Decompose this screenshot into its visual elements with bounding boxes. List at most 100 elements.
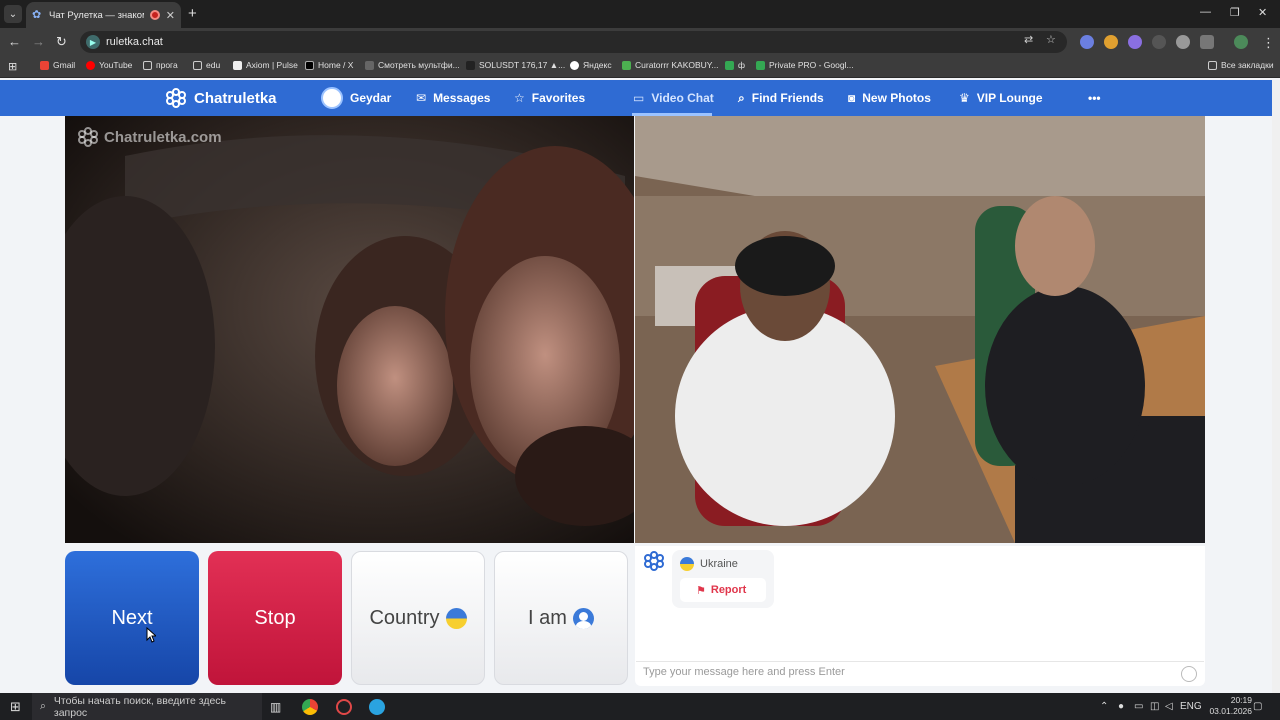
bookmark-solusdt[interactable]: SOLUSDT 176,17 ▲... <box>466 60 565 70</box>
app-taskbar-icon[interactable] <box>336 693 352 720</box>
tab-search-button[interactable]: ⌄ <box>4 5 22 23</box>
telegram-taskbar-icon[interactable] <box>369 693 385 720</box>
tray-chevron-icon[interactable]: ⌃ <box>1100 693 1108 720</box>
clock-date: 03.01.2026 <box>1209 706 1252 716</box>
star-icon: ☆ <box>514 91 525 105</box>
windows-taskbar: ⊞ ⌕ Чтобы начать поиск, введите здесь за… <box>0 693 1280 720</box>
bookmark-x[interactable]: Home / X <box>305 60 353 70</box>
browser-tab-strip: ⌄ ✿ Чат Рулетка — знакомства ✕ + — ❐ ✕ <box>0 0 1280 28</box>
brand-logo[interactable]: Chatruletka <box>165 80 277 116</box>
bookmark-private-pro[interactable]: Private PRO - Googl... <box>756 60 854 70</box>
volume-icon[interactable]: ◁ <box>1165 693 1173 720</box>
self-video-frame <box>635 116 1205 543</box>
bookmark-curatorrr[interactable]: Curatorrr KAKOBUY... <box>622 60 718 70</box>
chat-message-input[interactable]: Type your message here and press Enter <box>643 666 1163 682</box>
address-bar[interactable]: ▶ ruletka.chat <box>80 31 1067 53</box>
search-icon: ⌕ <box>738 90 745 105</box>
sheets-icon <box>756 60 765 70</box>
microphone-icon[interactable]: ● <box>1118 693 1124 720</box>
forward-icon[interactable]: → <box>32 34 45 50</box>
bookmarks-bar: ⊞ Gmail YouTube прога edu Axiom | Pulse … <box>0 56 1280 78</box>
translate-icon[interactable]: ⇄ <box>1024 33 1033 46</box>
chatruletka-logo-icon <box>78 127 98 147</box>
brand-name: Chatruletka <box>194 89 277 107</box>
stop-button-label: Stop <box>254 606 296 629</box>
browser-tab[interactable]: ✿ Чат Рулетка — знакомства ✕ <box>26 2 181 28</box>
notifications-icon[interactable]: ▢ <box>1253 693 1262 720</box>
country-button-label: Country <box>369 606 440 629</box>
ukraine-flag-icon <box>445 607 467 629</box>
profile-avatar[interactable] <box>1234 35 1248 49</box>
new-tab-button[interactable]: + <box>188 5 197 22</box>
network-icon[interactable]: ◫ <box>1150 693 1159 720</box>
chat-input-placeholder: Type your message here and press Enter <box>643 666 845 678</box>
folder-icon <box>193 60 202 70</box>
youtube-icon <box>86 60 95 70</box>
back-icon[interactable]: ← <box>8 34 21 50</box>
task-view-icon[interactable]: ▥ <box>270 693 281 720</box>
nav-new-photos[interactable]: ◙ New Photos <box>848 80 931 116</box>
menu-dots-icon[interactable]: ⋮ <box>1262 35 1275 51</box>
folder-icon <box>143 60 152 70</box>
user-avatar <box>321 87 343 109</box>
bookmark-axiom[interactable]: Axiom | Pulse <box>233 60 298 70</box>
envelope-icon: ✉ <box>416 91 427 105</box>
bookmark-sheet[interactable]: ф <box>725 60 745 70</box>
bookmark-gmail[interactable]: Gmail <box>40 60 75 70</box>
self-video <box>635 116 1205 543</box>
gmail-icon <box>40 60 49 70</box>
extension-icon[interactable] <box>1176 35 1190 49</box>
site-info-icon[interactable]: ▶ <box>86 35 100 49</box>
windows-start-icon[interactable]: ⊞ <box>10 693 21 720</box>
nav-messages[interactable]: ✉ Messages <box>416 80 490 116</box>
user-icon <box>572 607 594 629</box>
i-am-button-label: I am <box>528 606 567 629</box>
country-button[interactable]: Country <box>351 551 485 685</box>
nav-profile[interactable]: Geydar <box>321 80 391 116</box>
minimize-button[interactable]: — <box>1200 6 1211 18</box>
folder-icon <box>1208 60 1217 70</box>
bookmark-folder[interactable]: edu <box>193 60 220 70</box>
nav-vip-lounge[interactable]: ♛ VIP Lounge <box>959 80 1043 116</box>
extension-icon[interactable] <box>1152 35 1166 49</box>
partner-video-frame <box>65 116 634 543</box>
bookmark-cartoons[interactable]: Смотреть мультфи... <box>365 60 460 70</box>
nav-video-chat[interactable]: ▭ Video Chat <box>633 80 714 116</box>
close-window-button[interactable]: ✕ <box>1258 6 1267 19</box>
extensions-puzzle-icon[interactable] <box>1200 35 1214 49</box>
video-camera-icon: ▭ <box>633 91 645 105</box>
tray-icon[interactable]: ▭ <box>1134 693 1143 720</box>
i-am-button[interactable]: I am <box>494 551 628 685</box>
yandex-icon <box>570 60 579 70</box>
watermark: Chatruletka.com <box>77 126 222 148</box>
bookmark-folder[interactable]: прога <box>143 60 178 70</box>
nav-find-friends[interactable]: ⌕ Find Friends <box>738 80 824 116</box>
site-icon <box>365 60 374 70</box>
bookmark-yandex[interactable]: Яндекс <box>570 60 612 70</box>
taskbar-clock[interactable]: 20:19 03.01.2026 <box>1209 695 1252 717</box>
page-scrollbar[interactable] <box>1272 80 1280 693</box>
reload-icon[interactable]: ↻ <box>56 34 67 50</box>
report-button[interactable]: ⚑ Report <box>680 578 766 602</box>
restore-button[interactable]: ❐ <box>1230 6 1240 19</box>
bookmark-youtube[interactable]: YouTube <box>86 60 132 70</box>
stop-button[interactable]: Stop <box>208 551 342 685</box>
x-icon <box>305 60 314 70</box>
taskbar-search[interactable]: ⌕ Чтобы начать поиск, введите здесь запр… <box>32 693 262 720</box>
chrome-taskbar-icon[interactable] <box>302 693 318 720</box>
apps-grid-icon[interactable]: ⊞ <box>8 60 17 73</box>
next-button[interactable]: Next <box>65 551 199 685</box>
bookmark-star-icon[interactable]: ☆ <box>1046 33 1056 46</box>
nav-favorites[interactable]: ☆ Favorites <box>514 80 585 116</box>
close-tab-icon[interactable]: ✕ <box>166 9 175 22</box>
extension-icon[interactable] <box>1128 35 1142 49</box>
all-bookmarks[interactable]: Все закладки <box>1208 60 1274 70</box>
more-menu-button[interactable]: ••• <box>1088 80 1101 116</box>
nav-find-friends-label: Find Friends <box>751 91 824 105</box>
emoji-icon[interactable] <box>1181 666 1197 682</box>
language-indicator[interactable]: ENG <box>1180 693 1202 720</box>
partner-country-label: Ukraine <box>700 558 738 570</box>
extension-icon[interactable] <box>1080 35 1094 49</box>
nav-messages-label: Messages <box>433 91 491 105</box>
extension-icon[interactable] <box>1104 35 1118 49</box>
